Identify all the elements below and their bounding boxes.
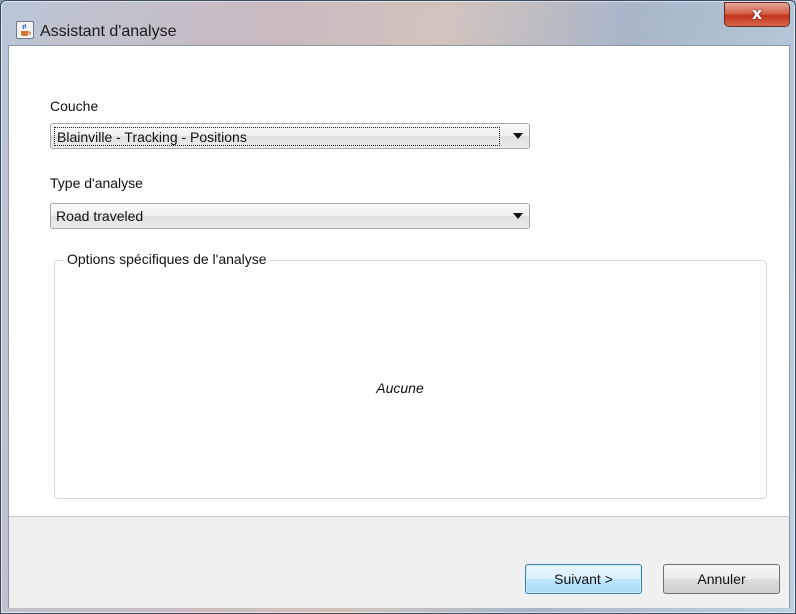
window-title: Assistant d'analyse [40, 23, 177, 40]
java-cup-icon [16, 21, 34, 39]
chevron-down-icon [513, 133, 523, 139]
dialog-content: Couche Blainville - Tracking - Positions… [8, 45, 790, 608]
options-group-title: Options spécifiques de l'analyse [64, 251, 270, 267]
next-button[interactable]: Suivant > [525, 564, 642, 594]
button-bar: Suivant > Annuler [9, 516, 789, 608]
cancel-button[interactable]: Annuler [663, 564, 780, 594]
options-empty-text: Aucune [376, 380, 424, 396]
close-button[interactable]: x [724, 2, 790, 27]
title-bar[interactable]: Assistant d'analyse x [1, 1, 795, 41]
layer-select-value: Blainville - Tracking - Positions [54, 127, 500, 146]
dialog-window: Assistant d'analyse x Couche Blainville … [0, 0, 796, 614]
layer-select[interactable]: Blainville - Tracking - Positions [50, 123, 530, 149]
chevron-down-icon [513, 213, 523, 219]
analysis-type-label: Type d'analyse [50, 175, 143, 191]
analysis-type-select[interactable]: Road traveled [50, 203, 530, 229]
layer-label: Couche [50, 98, 99, 114]
close-icon: x [751, 4, 763, 23]
analysis-type-value: Road traveled [56, 208, 144, 224]
